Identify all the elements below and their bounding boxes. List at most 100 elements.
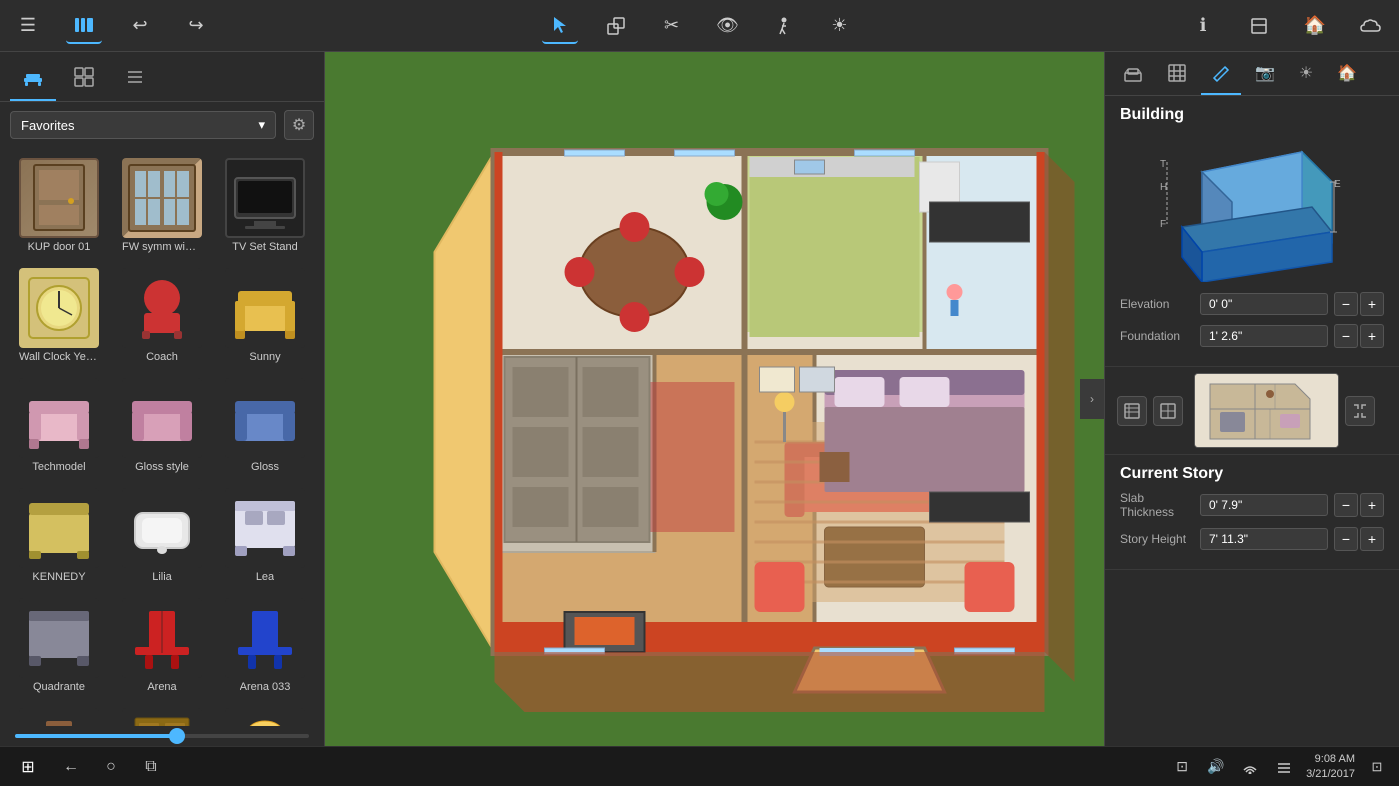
height-increase[interactable]: +	[1360, 527, 1384, 551]
list-item[interactable]: Arena	[113, 593, 211, 698]
library-button[interactable]	[66, 8, 102, 44]
size-slider[interactable]	[0, 726, 324, 746]
home-button[interactable]: 🏠	[1297, 8, 1333, 44]
home-circle-button[interactable]: ○	[96, 752, 126, 782]
item-thumbnail	[19, 488, 99, 568]
select-tool[interactable]	[542, 8, 578, 44]
duplicate-tool[interactable]	[598, 8, 634, 44]
list-item[interactable]: KENNEDY	[10, 483, 108, 588]
expand-view-btn[interactable]	[1345, 396, 1375, 426]
redo-button[interactable]: ↪	[178, 8, 214, 44]
tab-building-parts[interactable]	[1113, 58, 1153, 95]
info-button[interactable]: ℹ	[1185, 8, 1221, 44]
list-item[interactable]: Wall Clock Yell...	[10, 263, 108, 368]
undo-button[interactable]: ↩	[122, 8, 158, 44]
list-item[interactable]: Quadrante	[10, 593, 108, 698]
language-icon[interactable]	[1272, 755, 1296, 779]
list-item[interactable]: Sunny	[216, 263, 314, 368]
svg-text:H: H	[1160, 182, 1167, 193]
foundation-increase[interactable]: +	[1360, 324, 1384, 348]
slab-input[interactable]	[1200, 494, 1328, 516]
mini-map[interactable]	[1194, 373, 1339, 448]
item-label: TV Set Stand	[232, 241, 297, 253]
tab-camera[interactable]: 📷	[1245, 58, 1285, 95]
slider-thumb[interactable]	[169, 728, 185, 744]
current-story-section: Current Story Slab Thickness − + Story H…	[1105, 455, 1399, 570]
svg-text:E: E	[1334, 179, 1341, 190]
expand-arrow[interactable]: ›	[1080, 379, 1104, 419]
menu-button[interactable]: ☰	[10, 8, 46, 44]
slab-increase[interactable]: +	[1360, 493, 1384, 517]
list-item[interactable]: Lamp	[216, 703, 314, 726]
item-thumbnail	[122, 598, 202, 678]
item-thumbnail	[225, 598, 305, 678]
list-item[interactable]: Chair wood	[10, 703, 108, 726]
list-item[interactable]: Techmodel	[10, 373, 108, 478]
tab-build[interactable]	[1157, 58, 1197, 95]
notification-button[interactable]: ⊡	[1365, 755, 1389, 779]
height-label: Story Height	[1120, 532, 1200, 546]
favorites-dropdown[interactable]: Favorites ▾	[10, 111, 276, 139]
item-thumbnail	[225, 378, 305, 458]
item-thumbnail	[19, 268, 99, 348]
multitask-button[interactable]: ⧉	[136, 752, 166, 782]
foundation-input[interactable]	[1200, 325, 1328, 347]
tab-design[interactable]	[61, 60, 107, 101]
list-item[interactable]: Gloss	[216, 373, 314, 478]
start-button[interactable]: ⊞	[10, 749, 46, 785]
list-item[interactable]: Shelf	[113, 703, 211, 726]
settings-button[interactable]: ⚙	[284, 110, 314, 140]
item-label: Lea	[256, 571, 274, 583]
list-item[interactable]: Lilia	[113, 483, 211, 588]
taskbar: ⊞ ← ○ ⧉ ⊡ 🔊 9:08 AM 3/21/2017 ⊡	[0, 746, 1399, 786]
svg-text:T: T	[1160, 159, 1166, 170]
item-thumbnail	[122, 708, 202, 726]
height-input[interactable]	[1200, 528, 1328, 550]
taskbar-right: ⊡ 🔊 9:08 AM 3/21/2017 ⊡	[1170, 752, 1389, 781]
foundation-label: Foundation	[1120, 329, 1200, 343]
elevation-row: Elevation − +	[1120, 292, 1384, 316]
building-title: Building	[1120, 106, 1384, 124]
list-item[interactable]: FW symm wind...	[113, 153, 211, 258]
items-grid: KUP door 01 FW symm wind...	[0, 148, 324, 726]
slab-row: Slab Thickness − +	[1120, 491, 1384, 519]
cut-tool[interactable]: ✂	[654, 8, 690, 44]
sun-tool[interactable]: ☀	[822, 8, 858, 44]
list-item[interactable]: TV Set Stand	[216, 153, 314, 258]
tab-list[interactable]	[112, 60, 158, 101]
network-icon[interactable]	[1238, 755, 1262, 779]
cloud-button[interactable]	[1353, 8, 1389, 44]
item-label: Techmodel	[32, 461, 85, 473]
list-item[interactable]: KUP door 01	[10, 153, 108, 258]
list-item[interactable]: Arena 033	[216, 593, 314, 698]
height-decrease[interactable]: −	[1334, 527, 1358, 551]
elevation-increase[interactable]: +	[1360, 292, 1384, 316]
tab-furniture[interactable]	[10, 60, 56, 101]
elevation-decrease[interactable]: −	[1334, 292, 1358, 316]
left-panel-tabs	[0, 52, 324, 102]
keyboard-icon[interactable]: ⊡	[1170, 755, 1194, 779]
foundation-decrease[interactable]: −	[1334, 324, 1358, 348]
tab-sun[interactable]: ☀	[1289, 58, 1323, 95]
volume-icon[interactable]: 🔊	[1204, 755, 1228, 779]
share-button[interactable]	[1241, 8, 1277, 44]
tab-edit[interactable]	[1201, 58, 1241, 95]
back-button[interactable]: ←	[56, 752, 86, 782]
view-tool[interactable]: 👁	[710, 8, 746, 44]
item-label: Sunny	[249, 351, 280, 363]
item-label: Gloss	[251, 461, 279, 473]
elevation-input[interactable]	[1200, 293, 1328, 315]
tab-home[interactable]: 🏠	[1327, 58, 1367, 95]
taskbar-time: 9:08 AM 3/21/2017	[1306, 752, 1355, 781]
height-row: Story Height − +	[1120, 527, 1384, 551]
walk-tool[interactable]	[766, 8, 802, 44]
view-mode-btn-2[interactable]	[1153, 396, 1183, 426]
view-mode-btn-1[interactable]	[1117, 396, 1147, 426]
taskbar-nav: ← ○ ⧉	[56, 752, 166, 782]
slider-fill	[15, 734, 177, 738]
chevron-down-icon: ▾	[258, 117, 265, 133]
list-item[interactable]: Lea	[216, 483, 314, 588]
slab-decrease[interactable]: −	[1334, 493, 1358, 517]
list-item[interactable]: Coach	[113, 263, 211, 368]
list-item[interactable]: Gloss style	[113, 373, 211, 478]
